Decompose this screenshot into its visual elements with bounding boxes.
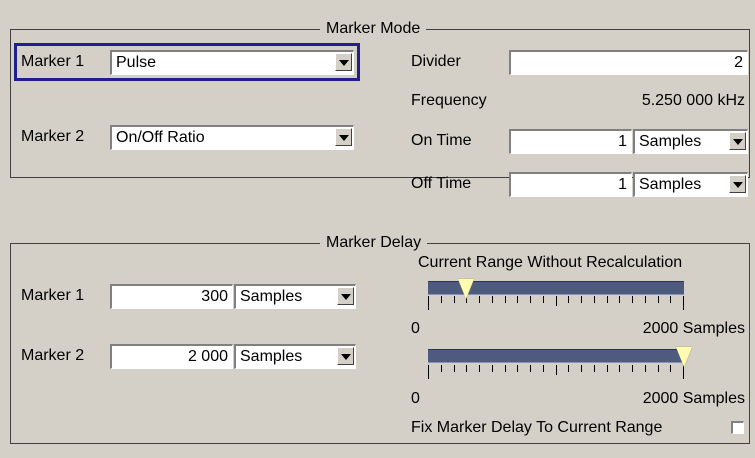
slider-tick bbox=[441, 296, 442, 303]
slider-tick bbox=[658, 296, 659, 303]
delay-marker2-unit-select[interactable]: Samples bbox=[234, 344, 356, 369]
delay-marker2-slider-track[interactable] bbox=[428, 349, 684, 363]
off-time-unit-value: Samples bbox=[639, 176, 702, 193]
delay-marker2-slider-thumb[interactable] bbox=[676, 347, 692, 367]
scale1-min-label: 0 bbox=[411, 320, 420, 337]
slider-tick bbox=[568, 296, 569, 303]
delay-marker1-input[interactable]: 300 bbox=[110, 284, 233, 309]
marker1-mode-select[interactable]: Pulse bbox=[110, 50, 354, 75]
on-time-unit-select[interactable]: Samples bbox=[633, 129, 748, 154]
frequency-value: 5.250 000 kHz bbox=[641, 92, 745, 109]
chevron-down-icon[interactable] bbox=[335, 53, 352, 71]
marker1-mode-label: Marker 1 bbox=[21, 53, 85, 70]
slider-tick bbox=[517, 296, 518, 303]
off-time-label: Off Time bbox=[411, 175, 472, 192]
off-time-input[interactable]: 1 bbox=[509, 172, 632, 197]
scale1-max-label: 2000 Samples bbox=[642, 320, 745, 337]
chevron-down-icon[interactable] bbox=[337, 287, 354, 305]
off-time-unit-select[interactable]: Samples bbox=[633, 172, 748, 197]
slider-tick bbox=[479, 365, 480, 372]
slider-tick bbox=[670, 296, 671, 303]
slider-tick bbox=[645, 365, 646, 372]
range-title: Current Range Without Recalculation bbox=[418, 254, 683, 271]
marker1-mode-value: Pulse bbox=[116, 54, 157, 71]
slider-tick bbox=[594, 365, 595, 372]
slider-tick bbox=[683, 296, 684, 310]
fix-delay-checkbox[interactable] bbox=[731, 421, 744, 434]
slider-tick bbox=[492, 365, 493, 372]
delay-marker1-label: Marker 1 bbox=[21, 287, 85, 304]
slider-tick bbox=[581, 296, 582, 303]
slider-tick bbox=[607, 296, 608, 303]
fix-delay-label: Fix Marker Delay To Current Range bbox=[411, 419, 663, 436]
delay-marker1-unit-select[interactable]: Samples bbox=[234, 284, 356, 309]
chevron-down-icon[interactable] bbox=[729, 175, 746, 193]
scale2-max-label: 2000 Samples bbox=[642, 390, 745, 407]
slider-tick bbox=[505, 296, 506, 303]
slider-tick bbox=[607, 365, 608, 372]
slider-tick bbox=[479, 296, 480, 303]
slider-tick bbox=[568, 365, 569, 372]
divider-input[interactable]: 2 bbox=[509, 50, 748, 75]
slider-tick bbox=[619, 296, 620, 303]
on-time-label: On Time bbox=[411, 132, 472, 149]
marker-delay-title: Marker Delay bbox=[320, 234, 428, 252]
slider-tick bbox=[517, 365, 518, 372]
slider-tick bbox=[543, 365, 544, 372]
chevron-down-icon[interactable] bbox=[337, 347, 354, 365]
marker2-mode-value: On/Off Ratio bbox=[116, 129, 205, 146]
slider-tick bbox=[543, 296, 544, 303]
slider-tick bbox=[428, 296, 429, 310]
chevron-down-icon[interactable] bbox=[729, 132, 746, 150]
slider-tick bbox=[658, 365, 659, 372]
slider-tick bbox=[632, 365, 633, 372]
slider-tick bbox=[492, 296, 493, 303]
marker2-mode-label: Marker 2 bbox=[21, 128, 85, 145]
slider-tick bbox=[556, 296, 557, 306]
slider-tick bbox=[556, 365, 557, 375]
chevron-down-icon[interactable] bbox=[335, 128, 352, 146]
marker2-mode-select[interactable]: On/Off Ratio bbox=[110, 125, 354, 150]
frequency-label: Frequency bbox=[411, 92, 487, 109]
on-time-unit-value: Samples bbox=[639, 133, 702, 150]
delay-marker2-label: Marker 2 bbox=[21, 347, 85, 364]
slider-tick bbox=[683, 365, 684, 379]
slider-tick bbox=[670, 365, 671, 372]
marker-mode-title: Marker Mode bbox=[320, 20, 427, 38]
slider-tick bbox=[466, 365, 467, 372]
delay-marker2-input[interactable]: 2 000 bbox=[110, 344, 233, 369]
delay-marker1-unit-value: Samples bbox=[240, 288, 303, 305]
scale2-min-label: 0 bbox=[411, 390, 420, 407]
slider-tick bbox=[454, 296, 455, 303]
slider-tick bbox=[530, 296, 531, 303]
delay-marker2-slider-scale bbox=[428, 365, 684, 379]
slider-tick bbox=[454, 365, 455, 372]
slider-tick bbox=[619, 365, 620, 372]
slider-tick bbox=[505, 365, 506, 372]
slider-tick bbox=[428, 365, 429, 379]
on-time-input[interactable]: 1 bbox=[509, 129, 632, 154]
slider-tick bbox=[594, 296, 595, 303]
divider-label: Divider bbox=[411, 53, 461, 70]
slider-tick bbox=[632, 296, 633, 303]
slider-tick bbox=[645, 296, 646, 303]
slider-tick bbox=[581, 365, 582, 372]
delay-marker2-unit-value: Samples bbox=[240, 348, 303, 365]
slider-tick bbox=[530, 365, 531, 372]
delay-marker1-slider-thumb[interactable] bbox=[458, 279, 474, 299]
slider-tick bbox=[441, 365, 442, 372]
